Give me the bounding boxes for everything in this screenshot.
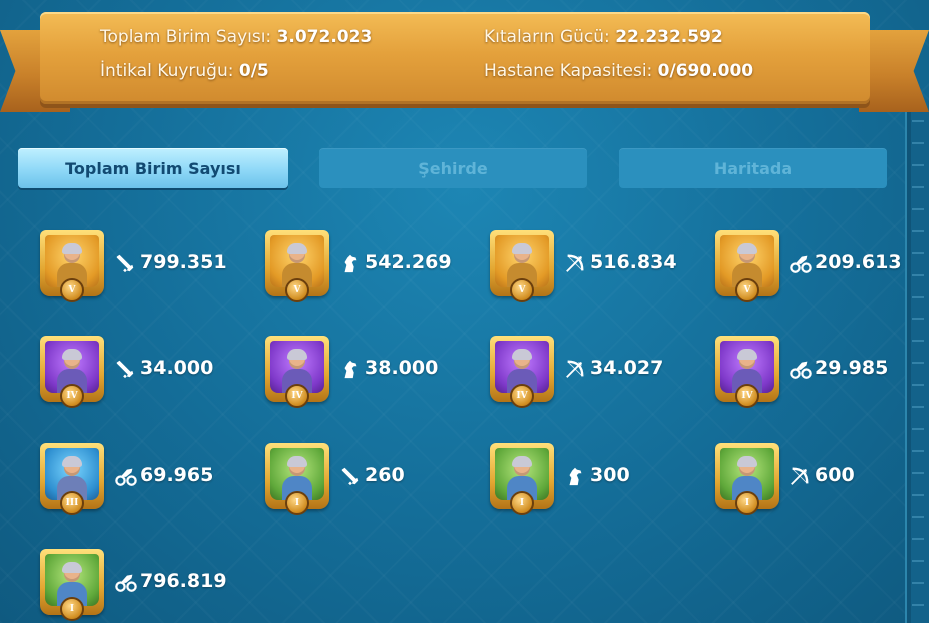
tier-badge: I — [60, 597, 84, 621]
march-queue-stat: İntikal Kuyruğu: 0/5 — [100, 61, 269, 81]
tier-badge: V — [510, 278, 534, 302]
hospital-capacity-stat: Hastane Kapasitesi: 0/690.000 — [484, 61, 753, 81]
unit-portrait: I — [265, 443, 329, 515]
infantry-icon — [114, 252, 136, 274]
march-queue-value: 0/5 — [238, 61, 269, 81]
tier-badge: III — [60, 491, 84, 515]
unit-count: 34.000 — [140, 357, 214, 379]
tier-badge: V — [60, 278, 84, 302]
unit-portrait: IV — [715, 336, 779, 408]
unit-card[interactable]: V 542.269 — [265, 230, 465, 302]
unit-portrait: V — [715, 230, 779, 302]
archer-icon — [789, 465, 811, 487]
unit-portrait: I — [490, 443, 554, 515]
unit-portrait: I — [40, 549, 104, 621]
total-units-value: 3.072.023 — [276, 27, 373, 47]
siege-icon — [114, 465, 137, 487]
tier-badge: IV — [285, 384, 309, 408]
total-units-stat: Toplam Birim Sayısı: 3.072.023 — [100, 27, 372, 47]
archer-icon — [564, 358, 586, 380]
unit-count: 38.000 — [365, 357, 439, 379]
unit-portrait: IV — [40, 336, 104, 408]
unit-card[interactable]: I 300 — [490, 443, 690, 515]
tier-badge: I — [285, 491, 309, 515]
march-queue-label: İntikal Kuyruğu: — [100, 61, 234, 81]
unit-count: 300 — [590, 464, 630, 486]
tab-on-map[interactable]: Haritada — [619, 148, 887, 188]
unit-count: 600 — [815, 464, 855, 486]
unit-portrait: I — [715, 443, 779, 515]
siege-icon — [114, 571, 137, 593]
tier-badge: IV — [510, 384, 534, 408]
unit-count: 260 — [365, 464, 405, 486]
unit-card[interactable]: I 260 — [265, 443, 465, 515]
tier-badge: I — [510, 491, 534, 515]
unit-card[interactable]: IV 29.985 — [715, 336, 915, 408]
unit-card[interactable]: V 516.834 — [490, 230, 690, 302]
unit-count: 542.269 — [365, 251, 452, 273]
unit-portrait: III — [40, 443, 104, 515]
tab-in-city[interactable]: Şehirde — [319, 148, 587, 188]
continent-power-stat: Kıtaların Gücü: 22.232.592 — [484, 27, 723, 47]
tier-badge: I — [735, 491, 759, 515]
siege-icon — [789, 252, 812, 274]
unit-count: 799.351 — [140, 251, 227, 273]
hospital-capacity-value: 0/690.000 — [657, 61, 754, 81]
unit-card[interactable]: IV 38.000 — [265, 336, 465, 408]
unit-portrait: V — [490, 230, 554, 302]
unit-portrait: IV — [265, 336, 329, 408]
unit-card[interactable]: I 600 — [715, 443, 915, 515]
tab-total-units[interactable]: Toplam Birim Sayısı — [18, 148, 288, 188]
tier-badge: IV — [60, 384, 84, 408]
unit-card[interactable]: V 209.613 — [715, 230, 915, 302]
unit-portrait: V — [40, 230, 104, 302]
cavalry-icon — [339, 358, 361, 380]
unit-count: 34.027 — [590, 357, 664, 379]
unit-count: 69.965 — [140, 464, 214, 486]
unit-card[interactable]: III 69.965 — [40, 443, 240, 515]
unit-count: 796.819 — [140, 570, 227, 592]
unit-card[interactable]: IV 34.027 — [490, 336, 690, 408]
cavalry-icon — [339, 252, 361, 274]
archer-icon — [564, 252, 586, 274]
total-units-label: Toplam Birim Sayısı: — [100, 27, 272, 47]
continent-power-value: 22.232.592 — [615, 27, 723, 47]
siege-icon — [789, 358, 812, 380]
cavalry-icon — [564, 465, 586, 487]
summary-banner: Toplam Birim Sayısı: 3.072.023 İntikal K… — [40, 12, 870, 104]
tier-badge: IV — [735, 384, 759, 408]
unit-count: 516.834 — [590, 251, 677, 273]
infantry-icon — [114, 358, 136, 380]
tier-badge: V — [285, 278, 309, 302]
unit-portrait: IV — [490, 336, 554, 408]
hospital-capacity-label: Hastane Kapasitesi: — [484, 61, 653, 81]
unit-card[interactable]: V 799.351 — [40, 230, 240, 302]
tier-badge: V — [735, 278, 759, 302]
unit-count: 209.613 — [815, 251, 902, 273]
unit-portrait: V — [265, 230, 329, 302]
unit-count: 29.985 — [815, 357, 889, 379]
unit-card[interactable]: IV 34.000 — [40, 336, 240, 408]
continent-power-label: Kıtaların Gücü: — [484, 27, 610, 47]
infantry-icon — [339, 465, 361, 487]
unit-card[interactable]: I 796.819 — [40, 549, 240, 621]
